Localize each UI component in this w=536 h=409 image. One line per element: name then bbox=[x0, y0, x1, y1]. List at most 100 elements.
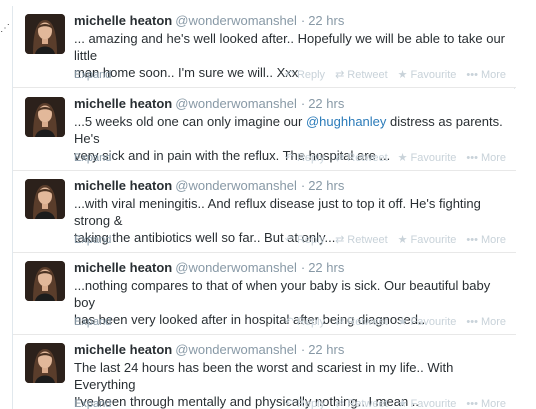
ellipsis-icon: ••• bbox=[466, 234, 478, 246]
favourite-action[interactable]: ★ Favourite bbox=[398, 397, 457, 409]
favourite-label: Favourite bbox=[410, 234, 457, 246]
fullname[interactable]: michelle heaton bbox=[74, 260, 172, 275]
expand-link[interactable]: Expand bbox=[74, 315, 111, 329]
tweet[interactable]: michelle heaton @wonderwomanshel · 22 hrs T… bbox=[13, 335, 516, 409]
more-action[interactable]: ••• More bbox=[466, 233, 506, 247]
timestamp[interactable]: 22 hrs bbox=[308, 260, 344, 275]
avatar[interactable] bbox=[25, 179, 65, 219]
fullname[interactable]: michelle heaton bbox=[74, 342, 172, 357]
ellipsis-icon: ••• bbox=[466, 398, 478, 409]
timestamp[interactable]: 22 hrs bbox=[308, 96, 344, 111]
reply-arrow-icon: ↶ bbox=[284, 152, 294, 164]
reply-arrow-icon: ↶ bbox=[284, 316, 294, 328]
fullname[interactable]: michelle heaton bbox=[74, 13, 172, 28]
retweet-icon: ⇄ bbox=[335, 152, 345, 164]
more-label: More bbox=[480, 152, 506, 164]
tweet-header: michelle heaton @wonderwomanshel · 22 hrs bbox=[74, 96, 344, 112]
retweet-action[interactable]: ⇄ Retweet bbox=[335, 68, 388, 82]
tweet-header: michelle heaton @wonderwomanshel · 22 hrs bbox=[74, 260, 344, 276]
username[interactable]: @wonderwomanshel bbox=[175, 96, 297, 111]
expand-link[interactable]: Expand bbox=[74, 233, 111, 247]
reply-action[interactable]: ↶ Reply bbox=[285, 68, 325, 82]
more-label: More bbox=[480, 316, 506, 328]
avatar[interactable] bbox=[25, 261, 65, 301]
retweet-icon: ⇄ bbox=[335, 316, 345, 328]
reply-arrow-icon: ↶ bbox=[284, 234, 294, 246]
more-action[interactable]: ••• More bbox=[466, 68, 506, 82]
separator-dot: · bbox=[300, 13, 306, 28]
retweet-label: Retweet bbox=[347, 69, 388, 81]
tweet[interactable]: michelle heaton @wonderwomanshel · 22 hrs .… bbox=[13, 6, 516, 88]
more-label: More bbox=[480, 398, 506, 409]
reply-action[interactable]: ↶ Reply bbox=[285, 233, 325, 247]
expand-link[interactable]: Expand bbox=[74, 397, 111, 409]
tweet[interactable]: michelle heaton @wonderwomanshel · 22 hrs .… bbox=[13, 171, 516, 253]
ellipsis-icon: ••• bbox=[466, 316, 478, 328]
retweet-action[interactable]: ⇄ Retweet bbox=[335, 151, 388, 165]
favourite-action[interactable]: ★ Favourite bbox=[398, 151, 457, 165]
scroll-edge-indicator: ⋰ bbox=[0, 23, 10, 34]
star-icon: ★ bbox=[397, 152, 408, 164]
favourite-action[interactable]: ★ Favourite bbox=[398, 68, 457, 82]
retweet-label: Retweet bbox=[347, 234, 388, 246]
reply-label: Reply bbox=[296, 152, 326, 164]
reply-action[interactable]: ↶ Reply bbox=[285, 315, 325, 329]
more-action[interactable]: ••• More bbox=[466, 397, 506, 409]
separator-dot: · bbox=[300, 260, 306, 275]
favourite-action[interactable]: ★ Favourite bbox=[398, 233, 457, 247]
expand-link[interactable]: Expand bbox=[74, 68, 111, 82]
reply-label: Reply bbox=[296, 234, 326, 246]
ellipsis-icon: ••• bbox=[466, 152, 478, 164]
more-label: More bbox=[480, 69, 506, 81]
retweet-action[interactable]: ⇄ Retweet bbox=[335, 233, 388, 247]
username[interactable]: @wonderwomanshel bbox=[175, 342, 297, 357]
favourite-label: Favourite bbox=[410, 398, 457, 409]
star-icon: ★ bbox=[397, 234, 408, 246]
retweet-action[interactable]: ⇄ Retweet bbox=[335, 315, 388, 329]
star-icon: ★ bbox=[397, 398, 408, 409]
tweet-text-segment: ...5 weeks old one can only imagine our bbox=[74, 114, 306, 129]
tweet[interactable]: michelle heaton @wonderwomanshel · 22 hrs .… bbox=[13, 89, 516, 171]
favourite-action[interactable]: ★ Favourite bbox=[398, 315, 457, 329]
username[interactable]: @wonderwomanshel bbox=[175, 260, 297, 275]
expand-link[interactable]: Expand bbox=[74, 151, 111, 165]
avatar[interactable] bbox=[25, 97, 65, 137]
reply-arrow-icon: ↶ bbox=[284, 398, 294, 409]
tweet-actions: ↶ Reply ⇄ Retweet ★ Favourite ••• More bbox=[285, 397, 506, 409]
star-icon: ★ bbox=[397, 69, 408, 81]
reply-label: Reply bbox=[296, 398, 326, 409]
username[interactable]: @wonderwomanshel bbox=[175, 13, 297, 28]
more-action[interactable]: ••• More bbox=[466, 151, 506, 165]
timestamp[interactable]: 22 hrs bbox=[308, 178, 344, 193]
favourite-label: Favourite bbox=[410, 316, 457, 328]
tweet-actions: ↶ Reply ⇄ Retweet ★ Favourite ••• More bbox=[285, 315, 506, 329]
ellipsis-icon: ••• bbox=[466, 69, 478, 81]
fullname[interactable]: michelle heaton bbox=[74, 96, 172, 111]
retweet-icon: ⇄ bbox=[335, 398, 345, 409]
more-action[interactable]: ••• More bbox=[466, 315, 506, 329]
tweet-header: michelle heaton @wonderwomanshel · 22 hrs bbox=[74, 178, 344, 194]
tweet-actions: ↶ Reply ⇄ Retweet ★ Favourite ••• More bbox=[285, 233, 506, 247]
tweet-timeline: michelle heaton @wonderwomanshel · 22 hrs .… bbox=[12, 6, 516, 409]
avatar[interactable] bbox=[25, 14, 65, 54]
reply-action[interactable]: ↶ Reply bbox=[285, 151, 325, 165]
timestamp[interactable]: 22 hrs bbox=[308, 342, 344, 357]
reply-action[interactable]: ↶ Reply bbox=[285, 397, 325, 409]
username[interactable]: @wonderwomanshel bbox=[175, 178, 297, 193]
retweet-action[interactable]: ⇄ Retweet bbox=[335, 397, 388, 409]
star-icon: ★ bbox=[397, 316, 408, 328]
more-label: More bbox=[480, 234, 506, 246]
tweet-header: michelle heaton @wonderwomanshel · 22 hrs bbox=[74, 342, 344, 358]
tweet-actions: ↶ Reply ⇄ Retweet ★ Favourite ••• More bbox=[285, 68, 506, 82]
separator-dot: · bbox=[300, 342, 306, 357]
tweet[interactable]: michelle heaton @wonderwomanshel · 22 hrs .… bbox=[13, 253, 516, 335]
timestamp[interactable]: 22 hrs bbox=[308, 13, 344, 28]
avatar[interactable] bbox=[25, 343, 65, 383]
retweet-label: Retweet bbox=[347, 316, 388, 328]
tweet-actions: ↶ Reply ⇄ Retweet ★ Favourite ••• More bbox=[285, 151, 506, 165]
fullname[interactable]: michelle heaton bbox=[74, 178, 172, 193]
separator-dot: · bbox=[300, 178, 306, 193]
mention-link[interactable]: @hughhanley bbox=[306, 114, 386, 129]
favourite-label: Favourite bbox=[410, 69, 457, 81]
favourite-label: Favourite bbox=[410, 152, 457, 164]
